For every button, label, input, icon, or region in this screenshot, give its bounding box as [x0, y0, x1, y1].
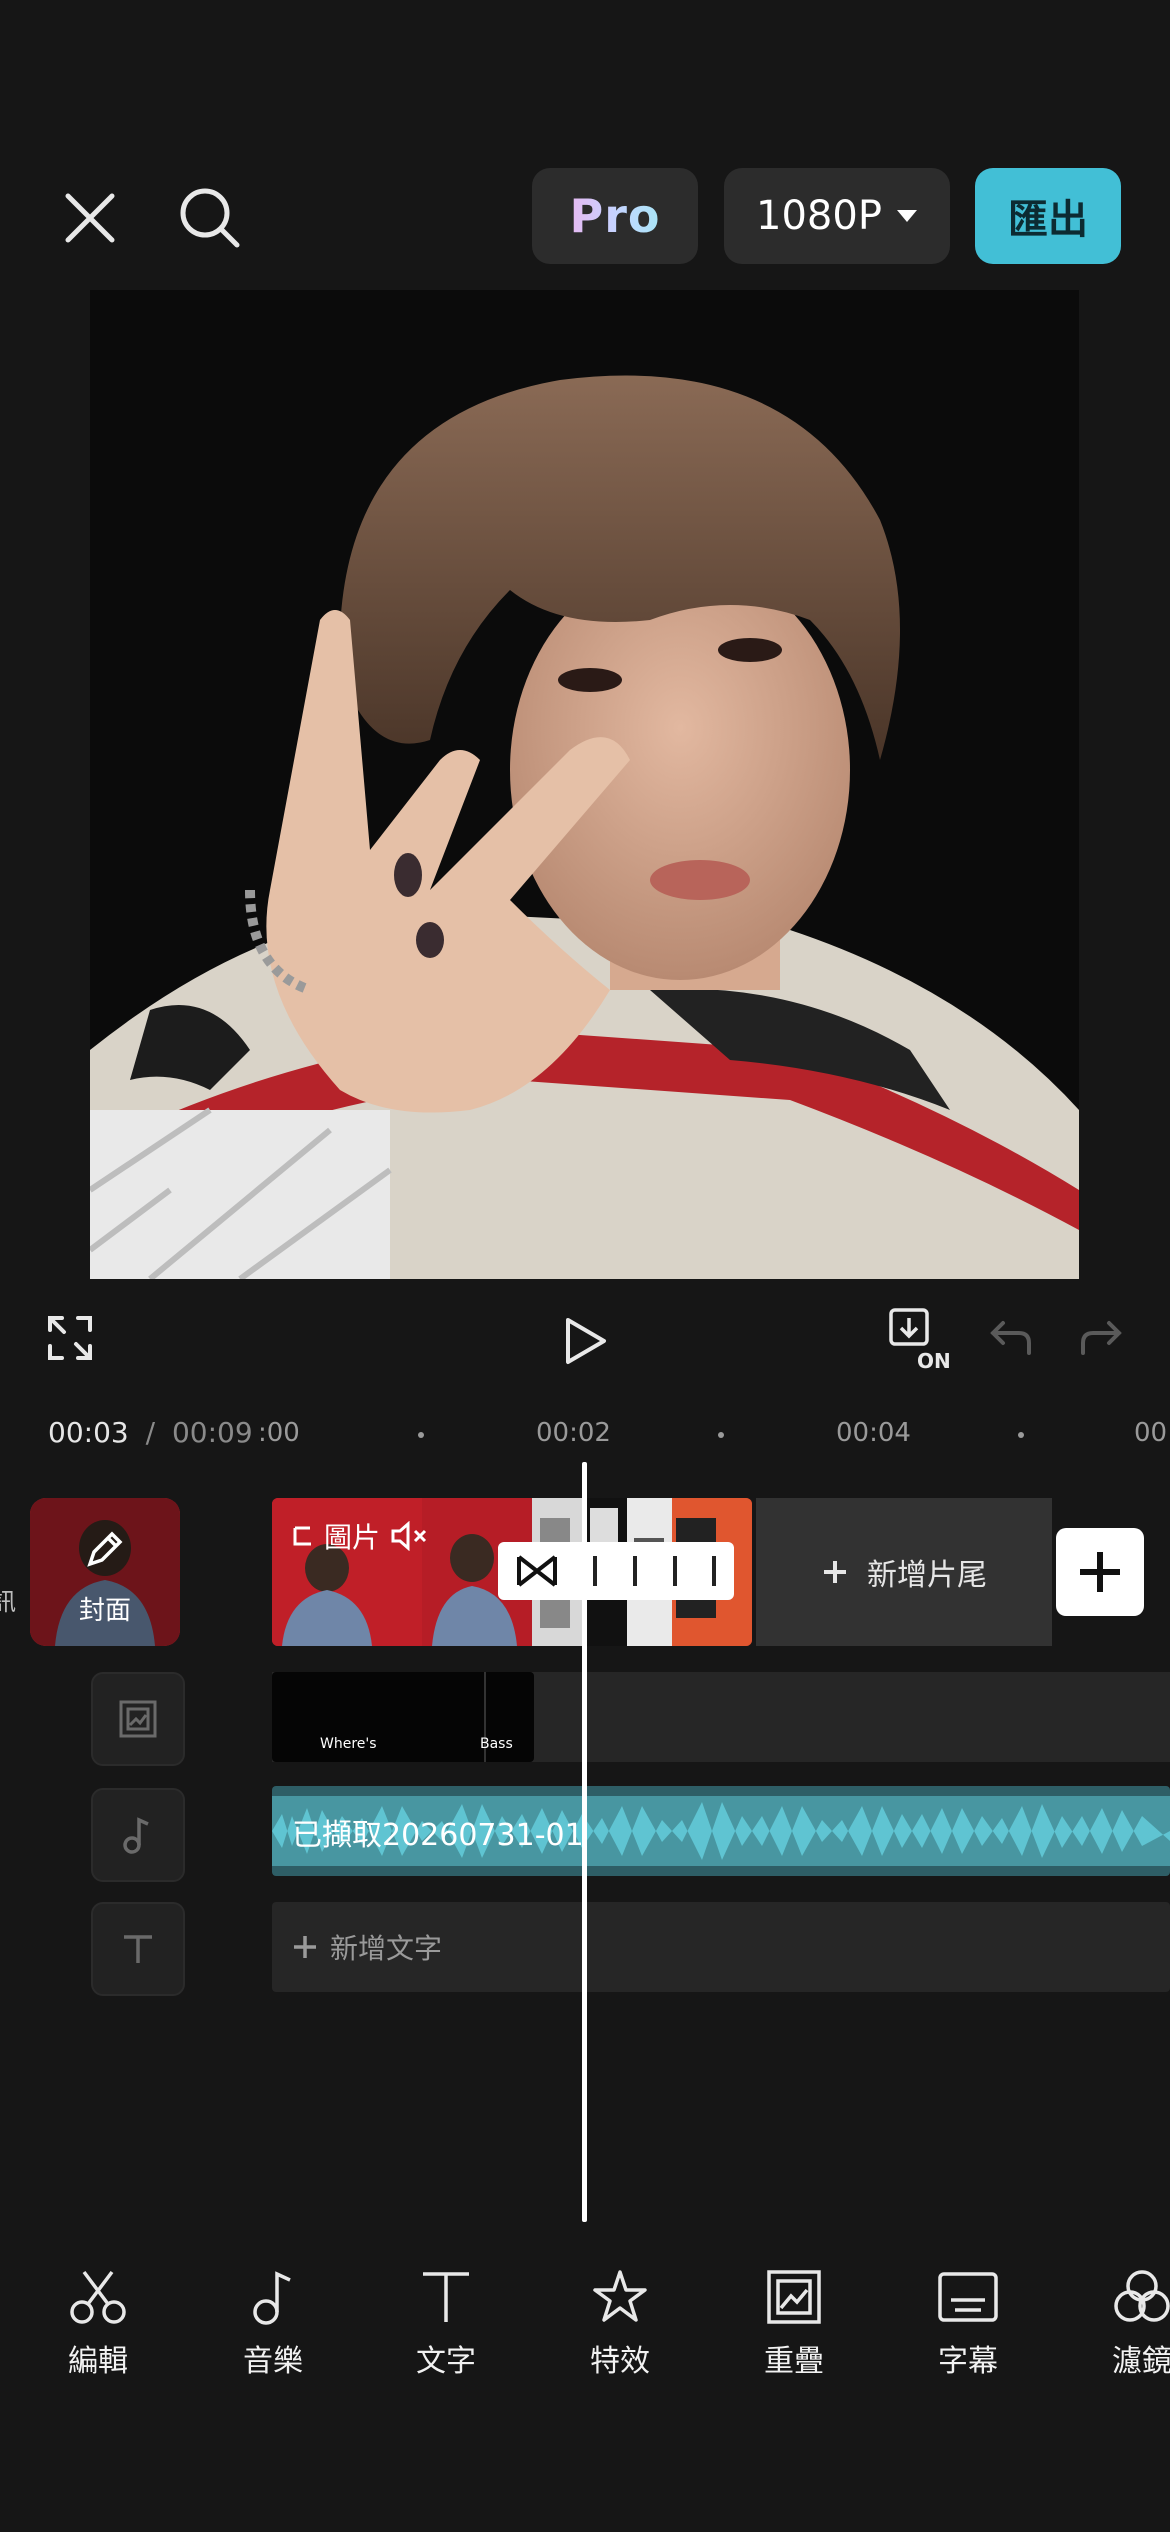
pro-badge-button[interactable]: Pro [532, 168, 698, 264]
ruler-label-2: 00:02 [536, 1418, 611, 1448]
undo-button[interactable] [986, 1312, 1036, 1362]
add-ending-label: 新增片尾 [867, 1558, 987, 1593]
cover-label: 封面 [78, 1596, 131, 1626]
undo-icon [990, 1321, 1031, 1355]
music-note-icon [253, 2271, 291, 2325]
image-icon [293, 1526, 311, 1546]
close-icon [65, 193, 115, 243]
redo-button[interactable] [1076, 1312, 1126, 1362]
preview-image [90, 290, 1079, 1279]
ruler-label-6: 00: [1134, 1418, 1170, 1448]
add-text-label: 新增文字 [330, 1932, 443, 1965]
left-edge-label: 訊 [0, 1588, 16, 1616]
text-track-button[interactable] [91, 1902, 185, 1996]
redo-icon [1081, 1321, 1122, 1355]
text-icon [124, 1935, 152, 1963]
clip-photo-label: 圖片 [324, 1521, 381, 1554]
add-clip-button[interactable] [1056, 1528, 1144, 1616]
plus-icon [824, 1561, 846, 1583]
scissors-icon [70, 2270, 126, 2324]
timecode: 00:03 / 00:09 [48, 1416, 253, 1449]
overlay-icon [767, 2270, 821, 2324]
audio-label: 已擷取20260731-01 [292, 1818, 584, 1853]
tool-filter[interactable]: 濾鏡 [1082, 2268, 1170, 2380]
video-preview[interactable] [90, 290, 1079, 1279]
fullscreen-icon [48, 1316, 92, 1360]
search-button[interactable] [170, 178, 250, 258]
tool-overlay[interactable]: 重疊 [734, 2268, 854, 2380]
split-handle [712, 1556, 717, 1586]
star-effect-icon [593, 2270, 647, 2322]
fullscreen-button[interactable] [38, 1306, 102, 1370]
tool-captions[interactable]: 字幕 [908, 2268, 1028, 2380]
tool-music-label: 音樂 [243, 2344, 303, 2379]
tool-overlay-label: 重疊 [764, 2344, 824, 2379]
plus-icon [1080, 1552, 1120, 1592]
overlay-text-left: Where's [320, 1736, 377, 1752]
overlay-icon [119, 1700, 157, 1738]
audio-track-button[interactable] [91, 1788, 185, 1882]
audio-clip[interactable]: 已擷取20260731-01 [272, 1786, 1170, 1876]
time-separator: / [145, 1416, 156, 1449]
mute-icon [391, 1521, 427, 1551]
search-icon [180, 188, 240, 248]
split-handle [672, 1556, 677, 1586]
play-button[interactable] [550, 1306, 620, 1376]
add-text-button[interactable]: 新增文字 [272, 1902, 1170, 1992]
add-ending-button[interactable]: 新增片尾 [756, 1498, 1052, 1646]
overlay-clip[interactable]: Where's Bass [272, 1672, 534, 1762]
overlay-text-right: Bass [480, 1736, 513, 1752]
tool-effects[interactable]: 特效 [560, 2268, 680, 2380]
keyframe-on-icon: ON [889, 1308, 951, 1372]
ruler-tick [418, 1432, 424, 1438]
transition-icon [516, 1555, 557, 1587]
split-handle [593, 1556, 598, 1586]
resolution-label: 1080P [756, 193, 882, 239]
total-time: 00:09 [171, 1416, 253, 1449]
tool-effects-label: 特效 [590, 2344, 650, 2379]
tool-text-label: 文字 [416, 2344, 476, 2379]
ruler-tick [718, 1432, 724, 1438]
svg-text:ON: ON [917, 1349, 951, 1372]
pencil-icon [87, 1531, 123, 1567]
ruler-tick [1018, 1432, 1024, 1438]
text-icon [423, 2272, 469, 2322]
caption-icon [938, 2272, 998, 2322]
overlay-track-button[interactable] [91, 1672, 185, 1766]
export-button[interactable]: 匯出 [975, 168, 1121, 264]
ruler-label-4: 00:04 [836, 1418, 911, 1448]
cover-button[interactable]: 封面 [30, 1498, 180, 1646]
playhead[interactable] [582, 1462, 587, 2222]
tool-captions-label: 字幕 [938, 2344, 998, 2379]
tool-edit[interactable]: 編輯 [38, 2268, 158, 2380]
tool-text[interactable]: 文字 [386, 2268, 506, 2380]
current-time: 00:03 [48, 1416, 129, 1449]
filter-icon [1114, 2270, 1170, 2322]
split-handle [632, 1556, 637, 1586]
resolution-dropdown[interactable]: 1080P [724, 168, 950, 264]
pro-label: Pro [569, 189, 661, 243]
tool-filter-label: 濾鏡 [1112, 2344, 1170, 2379]
close-button[interactable] [52, 180, 128, 256]
tool-edit-label: 編輯 [68, 2344, 128, 2379]
clip-tag: 圖片 [292, 1516, 430, 1556]
export-label: 匯出 [1008, 197, 1088, 243]
ruler-label-0: :00 [258, 1418, 300, 1448]
plus-icon [294, 1936, 316, 1958]
tool-music[interactable]: 音樂 [213, 2268, 333, 2380]
music-note-icon [123, 1817, 149, 1854]
transition-button[interactable] [498, 1542, 734, 1600]
keyframe-toggle-button[interactable]: ON [886, 1306, 958, 1372]
play-icon [566, 1318, 606, 1364]
caret-down-icon [896, 210, 917, 222]
